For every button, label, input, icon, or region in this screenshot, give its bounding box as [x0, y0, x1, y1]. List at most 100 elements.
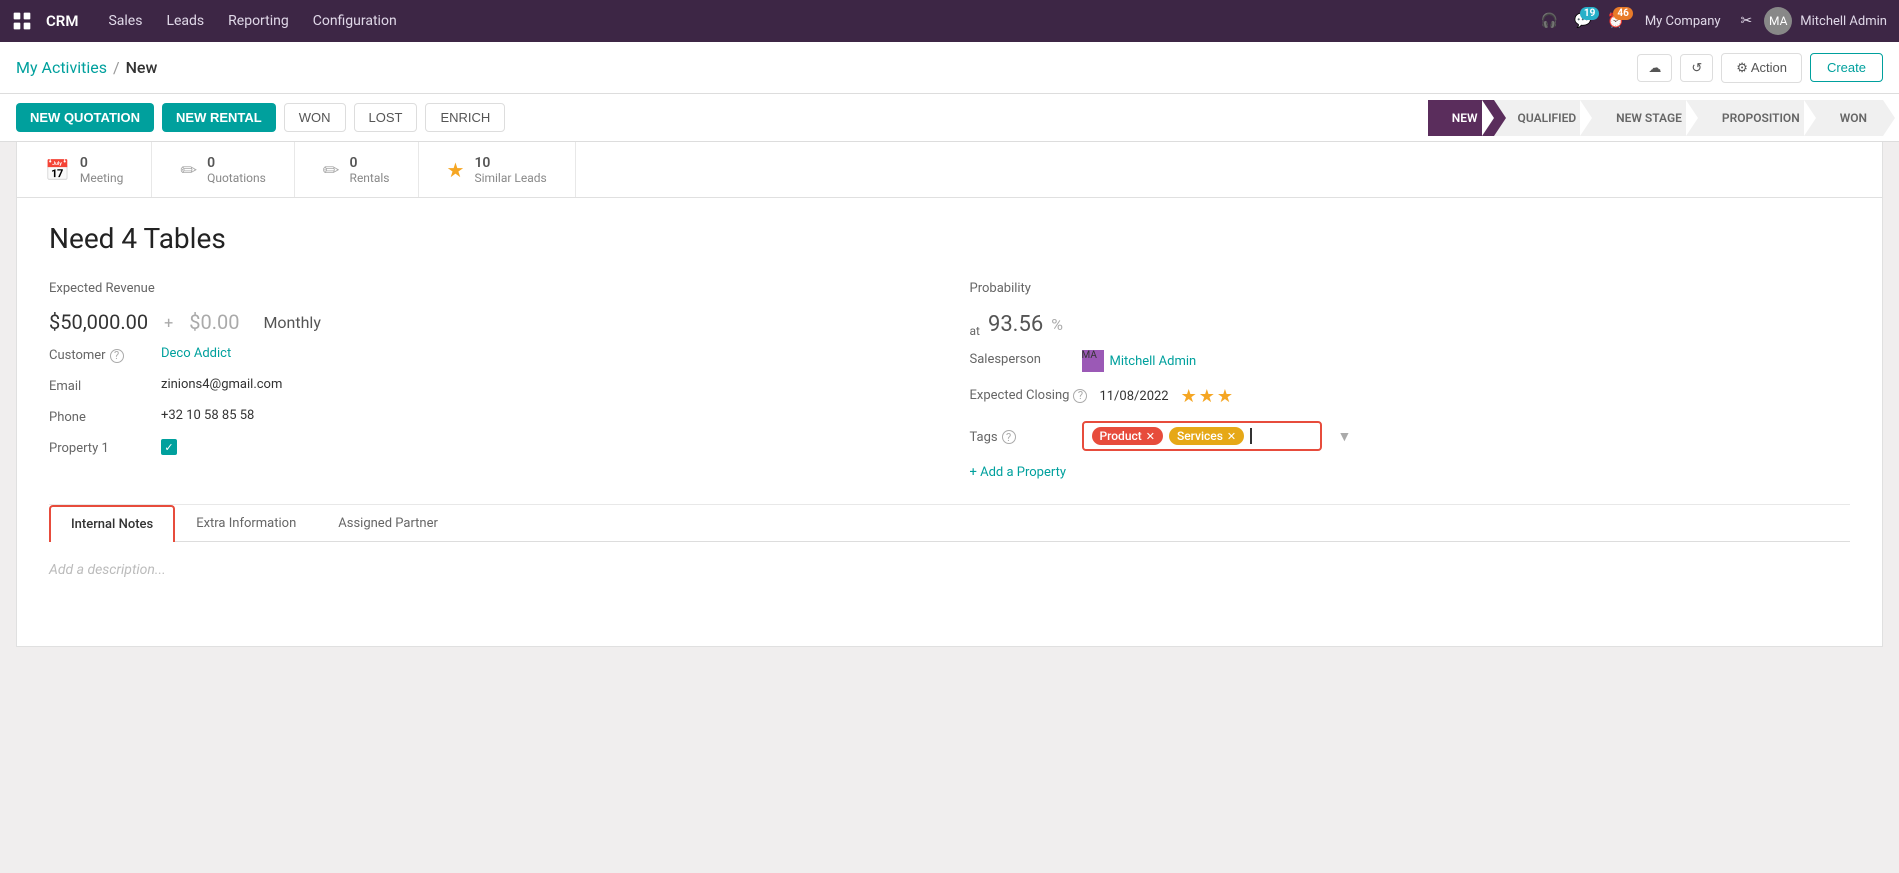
revenue-secondary[interactable]: $0.00: [189, 310, 239, 334]
action-bar: NEW QUOTATION NEW RENTAL WON LOST ENRICH…: [0, 94, 1899, 142]
settings-icon[interactable]: ✂: [1737, 9, 1757, 33]
prob-pct: %: [1051, 315, 1063, 334]
customer-row: Customer ? Deco Addict: [49, 346, 930, 363]
breadcrumb-actions: ☁ ↺ ⚙ Action Create: [1637, 53, 1883, 83]
tag-product-remove[interactable]: ✕: [1146, 430, 1155, 443]
quotation-icon: ✏: [180, 158, 197, 182]
cloud-save-button[interactable]: ☁: [1637, 54, 1672, 82]
nav-configuration[interactable]: Configuration: [303, 9, 407, 33]
tags-container[interactable]: Product ✕ Services ✕: [1082, 421, 1322, 451]
tab-content: Add a description...: [49, 542, 1850, 622]
closing-row: 11/08/2022 ★★★: [1099, 386, 1235, 407]
salesperson-value[interactable]: Mitchell Admin: [1110, 354, 1197, 369]
tab-internal-notes[interactable]: Internal Notes: [49, 505, 175, 542]
property1-label: Property 1: [49, 439, 149, 456]
action-button[interactable]: ⚙ Action: [1721, 53, 1802, 83]
tabs-nav: Internal Notes Extra Information Assigne…: [49, 505, 1850, 542]
quotation-label: Quotations: [207, 171, 266, 185]
similar-leads-info: 10 Similar Leads: [474, 155, 546, 185]
refresh-button[interactable]: ↺: [1680, 54, 1713, 82]
support-icon[interactable]: 🎧: [1537, 9, 1562, 33]
similar-leads-label: Similar Leads: [474, 171, 546, 185]
breadcrumb-parent[interactable]: My Activities: [16, 58, 107, 77]
salesperson-avatar: MA: [1082, 350, 1104, 372]
stars-rating[interactable]: ★★★: [1181, 386, 1235, 407]
tabs-section: Internal Notes Extra Information Assigne…: [49, 504, 1850, 622]
tags-dropdown-icon[interactable]: ▼: [1338, 428, 1352, 445]
stat-rentals[interactable]: ✏ 0 Rentals: [295, 142, 419, 197]
new-rental-button[interactable]: NEW RENTAL: [162, 103, 276, 132]
company-name: My Company: [1645, 14, 1721, 29]
stat-meeting[interactable]: 📅 0 Meeting: [33, 142, 152, 197]
email-label: Email: [49, 377, 149, 394]
stats-bar: 📅 0 Meeting ✏ 0 Quotations ✏ 0 Rentals ★…: [16, 142, 1883, 198]
enrich-button[interactable]: ENRICH: [425, 103, 505, 132]
stage-qualified[interactable]: QUALIFIED: [1494, 100, 1593, 136]
tag-product[interactable]: Product ✕: [1092, 427, 1163, 445]
nav-reporting[interactable]: Reporting: [218, 9, 299, 33]
similar-leads-count: 10: [474, 155, 546, 171]
tags-row: Tags ? Product ✕ Services ✕ ▼: [970, 421, 1851, 451]
phone-label: Phone: [49, 408, 149, 425]
app-logo[interactable]: [12, 11, 32, 31]
tags-help[interactable]: ?: [1002, 430, 1016, 444]
breadcrumb: My Activities / New: [16, 58, 1625, 77]
prob-value-row: at 93.56 %: [970, 310, 1851, 338]
breadcrumb-separator: /: [113, 58, 120, 77]
add-property-link[interactable]: + Add a Property: [970, 465, 1851, 480]
tab-placeholder[interactable]: Add a description...: [49, 562, 166, 578]
prob-value[interactable]: 93.56: [988, 312, 1043, 337]
create-button[interactable]: Create: [1810, 53, 1883, 82]
expected-revenue-label: Expected Revenue: [49, 279, 155, 296]
revenue-plus-icon: +: [164, 313, 173, 332]
new-quotation-button[interactable]: NEW QUOTATION: [16, 103, 154, 132]
email-row: Email zinions4@gmail.com: [49, 377, 930, 394]
phone-value[interactable]: +32 10 58 85 58: [161, 408, 254, 423]
lead-title[interactable]: Need 4 Tables: [49, 222, 1850, 255]
tab-assigned-partner[interactable]: Assigned Partner: [317, 505, 459, 542]
closing-help[interactable]: ?: [1073, 389, 1087, 403]
prob-at: at: [970, 324, 980, 338]
calendar-icon: 📅: [45, 158, 70, 182]
rentals-info: 0 Rentals: [350, 155, 390, 185]
rentals-count: 0: [350, 155, 390, 171]
customer-value[interactable]: Deco Addict: [161, 346, 231, 361]
meeting-info: 0 Meeting: [80, 155, 123, 185]
breadcrumb-current: New: [126, 58, 158, 77]
meeting-label: Meeting: [80, 171, 123, 185]
messages-badge: 19: [1580, 7, 1599, 20]
expected-closing-value[interactable]: 11/08/2022: [1099, 389, 1168, 404]
tag-services-remove[interactable]: ✕: [1227, 430, 1236, 443]
quotations-info: 0 Quotations: [207, 155, 266, 185]
lost-button[interactable]: LOST: [354, 103, 418, 132]
expected-closing-row: Expected Closing ? 11/08/2022 ★★★: [970, 386, 1851, 407]
tags-cursor: [1250, 428, 1252, 444]
stat-quotations[interactable]: ✏ 0 Quotations: [152, 142, 294, 197]
breadcrumb-bar: My Activities / New ☁ ↺ ⚙ Action Create: [0, 42, 1899, 94]
avatar[interactable]: MA: [1764, 7, 1792, 35]
admin-name: Mitchell Admin: [1800, 14, 1887, 29]
stage-new-stage[interactable]: NEW STAGE: [1592, 100, 1698, 136]
activities-icon[interactable]: ⏰ 46: [1603, 9, 1628, 33]
form-section: Expected Revenue $50,000.00 + $0.00 Mont…: [49, 279, 1850, 480]
salesperson-label: Salesperson: [970, 350, 1070, 367]
customer-help[interactable]: ?: [110, 349, 124, 363]
property1-checkbox[interactable]: ✓: [161, 439, 177, 455]
top-navigation: CRM Sales Leads Reporting Configuration …: [0, 0, 1899, 42]
tab-extra-information[interactable]: Extra Information: [175, 505, 317, 542]
revenue-period[interactable]: Monthly: [263, 313, 320, 332]
activities-badge: 46: [1613, 7, 1632, 20]
stage-proposition[interactable]: PROPOSITION: [1698, 100, 1816, 136]
email-value[interactable]: zinions4@gmail.com: [161, 377, 282, 392]
tag-services[interactable]: Services ✕: [1169, 427, 1244, 445]
app-name[interactable]: CRM: [46, 12, 78, 30]
nav-sales[interactable]: Sales: [98, 9, 152, 33]
property1-row: Property 1 ✓: [49, 439, 930, 456]
won-button[interactable]: WON: [284, 103, 346, 132]
stat-similar-leads[interactable]: ★ 10 Similar Leads: [419, 142, 576, 197]
nav-leads[interactable]: Leads: [156, 9, 214, 33]
form-left: Expected Revenue $50,000.00 + $0.00 Mont…: [49, 279, 930, 480]
probability-row: Probability: [970, 279, 1851, 296]
revenue-main[interactable]: $50,000.00: [49, 310, 148, 334]
messages-icon[interactable]: 💬 19: [1570, 9, 1595, 33]
